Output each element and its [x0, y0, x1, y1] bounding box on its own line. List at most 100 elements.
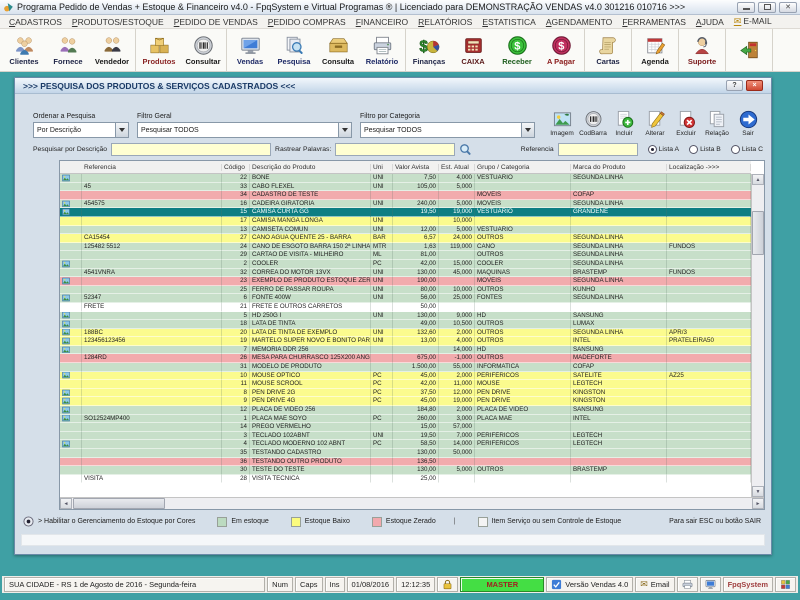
table-row[interactable]: 188BC20LATA DE TINTA DE EXEMPLOUNI132,60… — [60, 329, 751, 338]
table-row[interactable]: 12345612345619MARTELO SUPER NOVO E BONIT… — [60, 337, 751, 346]
vertical-scrollbar[interactable]: ▲ ▼ — [751, 174, 764, 497]
search-desc-input[interactable] — [111, 143, 271, 156]
status-master[interactable]: MASTER — [460, 577, 544, 592]
menu-item-estatistica[interactable]: ESTATISTICA — [477, 17, 541, 27]
dropdown-arrow-icon[interactable] — [521, 123, 534, 137]
toolbar-relat-rio[interactable]: Relatório — [360, 29, 404, 71]
rela-o-button[interactable]: Relação — [702, 110, 732, 138]
table-row[interactable]: 13CAMISETA COMUNUNI12,005,000VESTUARIO — [60, 226, 751, 235]
imagem-button[interactable]: Imagem — [547, 110, 577, 138]
horizontal-scrollbar[interactable]: ◄ ► — [60, 497, 764, 509]
toolbar-clientes[interactable]: Clientes — [2, 29, 46, 71]
menu-item-agendamento[interactable]: AGENDAMENTO — [541, 17, 617, 27]
filter-dropdown-filtro-por-categoria[interactable]: Pesquisar TODOS — [360, 122, 535, 138]
filter-dropdown-ordenar-a-pesquisa[interactable]: Por Descrição — [33, 122, 129, 138]
toolbar-caixa[interactable]: CAIXA — [451, 29, 495, 71]
close-button[interactable]: ✕ — [779, 2, 797, 13]
sair-button[interactable]: Sair — [733, 110, 763, 138]
scroll-up-arrow-icon[interactable]: ▲ — [752, 174, 764, 185]
horizontal-scroll-thumb[interactable] — [73, 498, 165, 509]
search-go[interactable] — [459, 143, 472, 156]
table-row[interactable]: 2COOLERPC42,0015,000COOLERSEGUNDA LINHA — [60, 260, 751, 269]
toolbar-finan-as[interactable]: $Finanças — [407, 29, 451, 71]
toolbar-receber[interactable]: $Receber — [495, 29, 539, 71]
stock-colors-toggle[interactable]: > Habilitar o Gerenciamento do Estoque p… — [23, 516, 195, 527]
table-row[interactable]: 11MOUSE SCROOLPC42,0011,000MOUSELEGTECH — [60, 380, 751, 389]
panel-close-button[interactable]: × — [746, 80, 763, 91]
table-row[interactable]: 3TECLADO 102ABNTUNI19,507,000PERIFÉRICOS… — [60, 432, 751, 441]
codbarra-button[interactable]: CodBarra — [578, 110, 608, 138]
toolbar-produtos[interactable]: Produtos — [137, 29, 181, 71]
vertical-scroll-thumb[interactable] — [752, 211, 764, 255]
table-row[interactable]: 23EXEMPLO DE PRODUTO ESTOQUE ZERADOUNI19… — [60, 277, 751, 286]
table-row[interactable]: 15CAMISA CURTA GG19,5019,000VESTUARIOGRA… — [60, 208, 751, 217]
status-email[interactable]: ✉Email — [635, 577, 674, 592]
table-row[interactable]: 8PEN DRIVE 2GPC37,5012,000PEN DRIVEKINGS… — [60, 389, 751, 398]
scroll-left-arrow-icon[interactable]: ◄ — [60, 498, 72, 509]
scroll-down-arrow-icon[interactable]: ▼ — [752, 486, 764, 497]
radio-lista-b[interactable]: Lista B — [689, 145, 721, 154]
table-row[interactable]: 10MOUSE OPTICOPC45,002,000PERIFÉRICOSSAT… — [60, 372, 751, 381]
menu-item-pedido-compras[interactable]: PEDIDO COMPRAS — [263, 17, 351, 27]
search-words-input[interactable] — [335, 143, 455, 156]
incluir-button[interactable]: Incluir — [609, 110, 639, 138]
table-row[interactable]: 35TESTANDO CADASTRO130,0050,000 — [60, 449, 751, 458]
alterar-button[interactable]: Alterar — [640, 110, 670, 138]
table-row[interactable]: VISITA28VISITA TECNICA25,00 — [60, 475, 751, 484]
menu-item-ferramentas[interactable]: FERRAMENTAS — [617, 17, 691, 27]
table-row[interactable]: 4TECLADO MODERNO 102 ABNTPC58,5014,000PE… — [60, 440, 751, 449]
toolbar-agenda[interactable]: Agenda — [633, 29, 677, 71]
menu-item-pedido-de-vendas[interactable]: PEDIDO DE VENDAS — [169, 17, 263, 27]
menu-item-cadastros[interactable]: CADASTROS — [4, 17, 67, 27]
table-row[interactable]: 1284RD26MESA PARA CHURRASCO 125X200 ANGE… — [60, 354, 751, 363]
table-row[interactable]: 125482 551224CANO DE ESGOTO BARRA 150 2ª… — [60, 243, 751, 252]
menu-item-relat-rios[interactable]: RELATÓRIOS — [413, 17, 477, 27]
table-row[interactable]: 25FERRO DE PASSAR ROUPAUNI80,0010,000OUT… — [60, 286, 751, 295]
toolbar-vendedor[interactable]: Vendedor — [90, 29, 134, 71]
toolbar-fornece[interactable]: Fornece — [46, 29, 90, 71]
status-fpqsystem[interactable]: FpqSystem — [723, 577, 773, 592]
excluir-button[interactable]: Excluir — [671, 110, 701, 138]
table-row[interactable]: FRETE21FRETE E OUTROS CARRETOS50,00 — [60, 303, 751, 312]
toolbar-sair-button[interactable] — [727, 29, 771, 71]
toolbar-pesquisa[interactable]: Pesquisa — [272, 29, 316, 71]
table-row[interactable]: 34CADASTRO DE TESTEMOVEISCOFAP — [60, 191, 751, 200]
menu-item-ajuda[interactable]: AJUDA — [691, 17, 729, 27]
toolbar-suporte[interactable]: Suporte — [680, 29, 724, 71]
toolbar-consultar[interactable]: Consultar — [181, 29, 225, 71]
table-row[interactable]: SO12524MP4001PLACA MÃE SOYOPC260,003,000… — [60, 415, 751, 424]
table-row[interactable]: 7MEMÓRIA DDR 25614,000HDSANSUNG — [60, 346, 751, 355]
toolbar-consulta[interactable]: Consulta — [316, 29, 360, 71]
table-row[interactable]: 523476FONTE 400WUNI56,0025,000FONTESSEGU… — [60, 294, 751, 303]
dropdown-arrow-icon[interactable] — [115, 123, 128, 137]
scroll-right-arrow-icon[interactable]: ► — [752, 498, 764, 509]
toolbar-cartas[interactable]: Cartas — [586, 29, 630, 71]
table-row[interactable]: 17CAMISA MANGA LONGAUNI10,000 — [60, 217, 751, 226]
radio-lista-c[interactable]: Lista C — [731, 145, 763, 154]
menu-item-financeiro[interactable]: FINANCEIRO — [351, 17, 413, 27]
table-row[interactable]: 30TESTE DO TESTE130,005,000OUTROSBRASTEM… — [60, 466, 751, 475]
table-row[interactable]: 14PREGO VERMELHO15,0057,000 — [60, 423, 751, 432]
panel-help-button[interactable]: ? — [726, 80, 743, 91]
table-row[interactable]: 45457516CADEIRA GIRATORIAUNI240,005,000M… — [60, 200, 751, 209]
dropdown-arrow-icon[interactable] — [338, 123, 351, 137]
table-row[interactable]: 5HD 250G IUNI130,009,000HDSANSUNG — [60, 312, 751, 321]
table-row[interactable]: 36TESTANDO OUTRO PRODUTO136,50 — [60, 458, 751, 467]
toolbar-vendas[interactable]: Vendas — [228, 29, 272, 71]
table-row[interactable]: 4541VNRA32CORREA DO MOTOR 13VXUNI130,004… — [60, 269, 751, 278]
table-row[interactable]: 18LATA DE TINTA49,0010,500OUTROSLUMAX — [60, 320, 751, 329]
filter-dropdown-filtro-geral[interactable]: Pesquisar TODOS — [137, 122, 352, 138]
toolbar-a-pagar[interactable]: $A Pagar — [539, 29, 583, 71]
table-row[interactable]: 31MODELO DE PRODUTO1.500,0055,000INFORMA… — [60, 363, 751, 372]
table-row[interactable]: CA1545427CANO AGUA QUENTE 25 - BARRABAR6… — [60, 234, 751, 243]
radio-lista-a[interactable]: Lista A — [648, 145, 679, 154]
table-row[interactable]: 12PLACA DE VIDEO 256184,802,000PLACA DE … — [60, 406, 751, 415]
restore-button[interactable] — [758, 2, 776, 13]
table-row[interactable]: 22BONEUNI7,504,000VESTUARIOSEGUNDA LINHA — [60, 174, 751, 183]
menu-item-produtos-estoque[interactable]: PRODUTOS/ESTOQUE — [67, 17, 169, 27]
table-row[interactable]: 9PEN DRIVE 4GPC45,0019,000PEN DRIVEKINGS… — [60, 397, 751, 406]
reference-input[interactable] — [558, 143, 638, 156]
table-row[interactable]: 4533CABO FLEXELUNI105,005,000 — [60, 183, 751, 192]
menu-item-e-mail[interactable]: ✉E-MAIL — [729, 16, 777, 27]
table-row[interactable]: 29CARTAO DE VISITA - MILHEIROML81,00OUTR… — [60, 251, 751, 260]
